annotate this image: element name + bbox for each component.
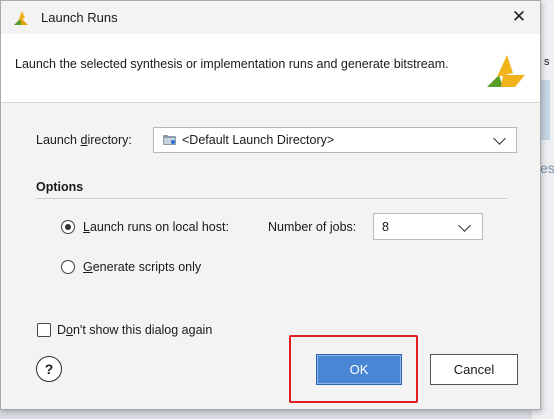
help-button[interactable]: ? <box>36 356 62 382</box>
dont-show-again-checkbox[interactable] <box>37 323 51 337</box>
dialog-description: Launch the selected synthesis or impleme… <box>15 57 449 71</box>
launch-runs-dialog: Launch Runs ✕ Launch the selected synthe… <box>0 0 541 410</box>
generate-scripts-option[interactable]: Generate scripts only <box>59 257 359 279</box>
number-of-jobs-select[interactable]: 8 <box>373 213 483 240</box>
launch-directory-label: Launch directory: <box>36 133 132 147</box>
generate-scripts-label: Generate scripts only <box>83 260 202 274</box>
cancel-button[interactable]: Cancel <box>430 354 518 385</box>
number-of-jobs-value: 8 <box>382 220 389 234</box>
title-bar[interactable]: Launch Runs ✕ <box>1 1 540 34</box>
dialog-header: Launch the selected synthesis or impleme… <box>1 34 540 103</box>
number-of-jobs-label: Number of jobs: <box>268 220 357 234</box>
dont-show-again-option[interactable]: Don't show this dialog again <box>37 321 297 339</box>
launch-local-radio[interactable] <box>61 220 75 234</box>
launch-directory-select[interactable]: <Default Launch Directory> <box>153 127 517 153</box>
background-text-fragment: es <box>540 160 554 176</box>
vivado-logo-icon <box>14 11 28 25</box>
help-icon: ? <box>44 361 54 377</box>
ok-button[interactable]: OK <box>316 354 402 385</box>
close-button[interactable]: ✕ <box>504 3 534 31</box>
options-divider <box>36 198 507 199</box>
dialog-body: Launch directory: <Default Launch Direct… <box>23 117 519 347</box>
launch-directory-row: Launch directory: <Default Launch Direct… <box>23 125 519 155</box>
options-section-title: Options <box>36 180 84 194</box>
launch-directory-value: <Default Launch Directory> <box>182 133 335 147</box>
launch-local-label: Launch runs on local host: <box>83 220 229 234</box>
dont-show-again-label: Don't show this dialog again <box>57 323 213 337</box>
chevron-down-icon <box>493 132 506 145</box>
generate-scripts-radio[interactable] <box>61 260 75 274</box>
launch-local-option[interactable]: Launch runs on local host: Number of job… <box>59 213 519 241</box>
vivado-logo-icon <box>487 55 525 87</box>
chevron-down-icon <box>458 219 471 232</box>
close-icon: ✕ <box>511 7 527 26</box>
background-text-fragment: s <box>544 56 550 68</box>
folder-icon <box>163 135 176 145</box>
dialog-title: Launch Runs <box>41 10 118 25</box>
